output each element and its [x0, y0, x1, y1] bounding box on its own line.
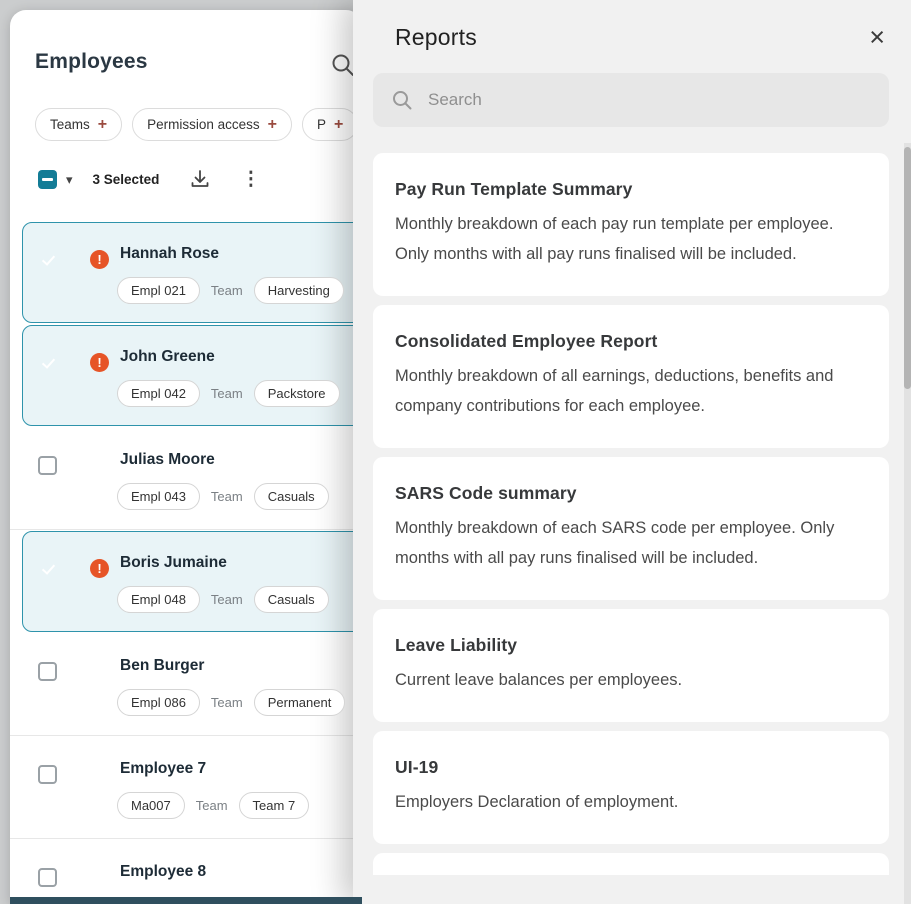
employee-row[interactable]: Ben Burger Empl 086 Team Permanent — [10, 633, 362, 736]
report-title: SARS Code summary — [395, 483, 577, 503]
filter-permission-access[interactable]: Permission access + — [132, 108, 292, 141]
page-title: Employees — [35, 50, 148, 73]
employee-row[interactable]: Julias Moore Empl 043 Team Casuals — [10, 427, 362, 530]
employee-id-badge: Empl 086 — [117, 689, 200, 716]
row-checkbox[interactable] — [38, 868, 57, 887]
warning-icon: ! — [90, 559, 109, 578]
report-title: Pay Run Template Summary — [395, 179, 633, 199]
employee-row[interactable]: Employee 8 — [10, 839, 362, 904]
reports-drawer: Reports × Pay Run Template Summary Month… — [353, 0, 911, 904]
team-label: Team — [210, 386, 243, 401]
plus-icon: + — [334, 115, 344, 133]
employee-id-badge: Empl 043 — [117, 483, 200, 510]
employee-name: John Greene — [120, 348, 215, 365]
report-description: Monthly breakdown of all earnings, deduc… — [395, 367, 834, 415]
employee-id-badge: Empl 048 — [117, 586, 200, 613]
filter-label: Permission access — [147, 117, 260, 132]
filter-clipped[interactable]: P + — [302, 108, 359, 141]
report-list: Pay Run Template Summary Monthly breakdo… — [373, 153, 889, 875]
report-description: Current leave balances per employees. — [395, 671, 683, 689]
employee-name: Employee 7 — [120, 760, 207, 777]
employee-name: Boris Jumaine — [120, 554, 227, 571]
report-card-consolidated-employee-report[interactable]: Consolidated Employee Report Monthly bre… — [373, 305, 889, 448]
warning-icon: ! — [90, 250, 109, 269]
filter-teams[interactable]: Teams + — [35, 108, 123, 141]
warning-icon: ! — [90, 353, 109, 372]
reports-search[interactable] — [373, 73, 889, 127]
reports-header: Reports × — [353, 0, 911, 51]
selected-count: 3 Selected — [92, 171, 160, 187]
scrollbar-thumb[interactable] — [904, 147, 911, 389]
selection-toolbar: ▾ 3 Selected ⋮ — [38, 167, 362, 191]
report-title: Consolidated Employee Report — [395, 331, 658, 351]
filter-label: Teams — [50, 117, 90, 132]
filter-chips: Teams + Permission access + P + — [35, 108, 362, 141]
employee-name: Ben Burger — [120, 657, 205, 674]
team-label: Team — [210, 283, 243, 298]
employee-id-badge: Empl 021 — [117, 277, 200, 304]
team-badge: Casuals — [253, 483, 329, 510]
download-icon[interactable] — [189, 168, 211, 190]
report-card-ui-19[interactable]: UI-19 Employers Declaration of employmen… — [373, 731, 889, 844]
employee-meta: Empl 086 Team Permanent — [117, 689, 346, 716]
employee-id-badge: Empl 042 — [117, 380, 200, 407]
close-icon[interactable]: × — [869, 24, 885, 51]
employee-meta: Empl 043 Team Casuals — [117, 483, 329, 510]
report-description: Monthly breakdown of each pay run templa… — [395, 215, 834, 263]
chevron-down-icon[interactable]: ▾ — [66, 173, 73, 186]
employee-name: Julias Moore — [120, 451, 215, 468]
search-icon — [391, 89, 413, 111]
next-report-card-peek[interactable] — [373, 853, 889, 875]
report-card-leave-liability[interactable]: Leave Liability Current leave balances p… — [373, 609, 889, 722]
employee-list: ! Hannah Rose Empl 021 Team Harvesting !… — [10, 221, 362, 904]
employee-meta: Empl 042 Team Packstore — [117, 380, 340, 407]
report-title: Leave Liability — [395, 635, 518, 655]
team-label: Team — [195, 798, 228, 813]
search-input[interactable] — [426, 89, 871, 111]
employee-name: Employee 8 — [120, 863, 207, 880]
employee-row[interactable]: ! Boris Jumaine Empl 048 Team Casuals — [10, 530, 362, 633]
row-checkbox[interactable] — [38, 456, 57, 475]
employee-meta: Empl 021 Team Harvesting — [117, 277, 344, 304]
select-all-checkbox[interactable] — [38, 169, 57, 189]
filter-label: P — [317, 117, 327, 132]
plus-icon: + — [267, 115, 277, 133]
employee-name: Hannah Rose — [120, 245, 220, 262]
employee-row[interactable]: ! Hannah Rose Empl 021 Team Harvesting — [10, 221, 362, 324]
employee-row[interactable]: Employee 7 Ma007 Team Team 7 — [10, 736, 362, 839]
employees-panel: Employees Teams + Permission access + P … — [10, 10, 362, 904]
horizontal-scrollbar[interactable] — [10, 897, 362, 904]
row-checkbox[interactable] — [38, 765, 57, 784]
kebab-menu-icon[interactable]: ⋮ — [241, 170, 260, 189]
team-badge: Permanent — [253, 689, 346, 716]
employee-id-badge: Ma007 — [117, 792, 185, 819]
drawer-title: Reports — [395, 24, 477, 50]
report-description: Monthly breakdown of each SARS code per … — [395, 519, 835, 567]
employees-header: Employees — [10, 10, 362, 80]
employee-meta: Ma007 Team Team 7 — [117, 792, 310, 819]
team-badge: Harvesting — [253, 277, 344, 304]
team-badge: Packstore — [253, 380, 340, 407]
team-label: Team — [210, 489, 243, 504]
row-checkbox[interactable] — [38, 662, 57, 681]
team-label: Team — [210, 695, 243, 710]
report-title: UI-19 — [395, 757, 439, 777]
report-card-sars-code-summary[interactable]: SARS Code summary Monthly breakdown of e… — [373, 457, 889, 600]
team-badge: Casuals — [253, 586, 329, 613]
team-badge: Team 7 — [238, 792, 310, 819]
report-description: Employers Declaration of employment. — [395, 793, 679, 811]
employee-meta: Empl 048 Team Casuals — [117, 586, 329, 613]
plus-icon: + — [97, 115, 108, 133]
report-card-pay-run-template-summary[interactable]: Pay Run Template Summary Monthly breakdo… — [373, 153, 889, 296]
team-label: Team — [210, 592, 243, 607]
employee-row[interactable]: ! John Greene Empl 042 Team Packstore — [10, 324, 362, 427]
